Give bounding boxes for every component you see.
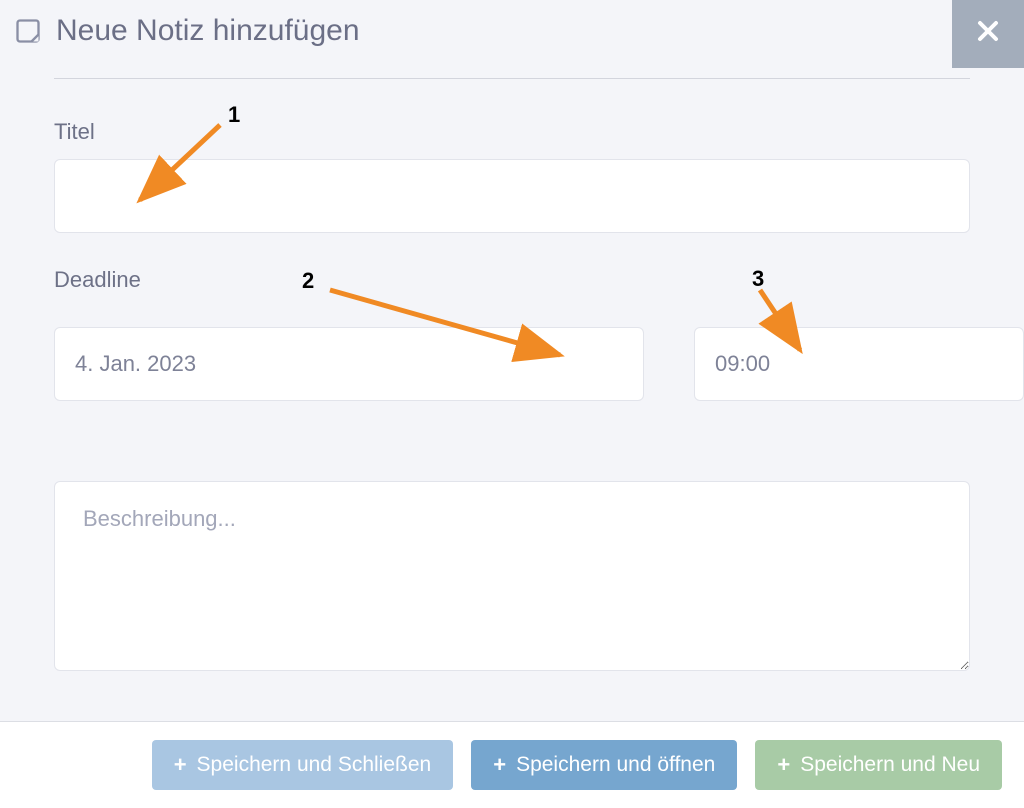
description-textarea[interactable] (54, 481, 970, 671)
deadline-date-input[interactable] (54, 327, 644, 401)
footer-bar: + Speichern und Schließen + Speichern un… (0, 721, 1024, 808)
deadline-label: Deadline (54, 267, 970, 293)
annotation-number-1: 1 (228, 102, 240, 128)
button-label: Speichern und Schließen (197, 753, 432, 777)
title-label: Titel (54, 119, 970, 145)
button-label: Speichern und öffnen (516, 753, 715, 777)
divider (54, 78, 970, 79)
modal-header: Neue Notiz hinzufügen (0, 0, 1024, 48)
save-close-button[interactable]: + Speichern und Schließen (152, 740, 454, 790)
modal-body: Titel Deadline (0, 78, 1024, 676)
title-input[interactable] (54, 159, 970, 233)
close-icon (976, 18, 1000, 50)
save-new-button[interactable]: + Speichern und Neu (755, 740, 1002, 790)
close-button[interactable] (952, 0, 1024, 68)
add-note-modal: Neue Notiz hinzufügen Titel Deadline + S… (0, 0, 1024, 808)
annotation-number-2: 2 (302, 268, 314, 294)
save-open-button[interactable]: + Speichern und öffnen (471, 740, 737, 790)
modal-title: Neue Notiz hinzufügen (56, 14, 360, 48)
annotation-number-3: 3 (752, 266, 764, 292)
plus-icon: + (777, 752, 790, 778)
deadline-row (54, 327, 970, 401)
button-label: Speichern und Neu (800, 753, 980, 777)
plus-icon: + (493, 752, 506, 778)
deadline-time-input[interactable] (694, 327, 1024, 401)
note-icon (14, 17, 42, 45)
plus-icon: + (174, 752, 187, 778)
